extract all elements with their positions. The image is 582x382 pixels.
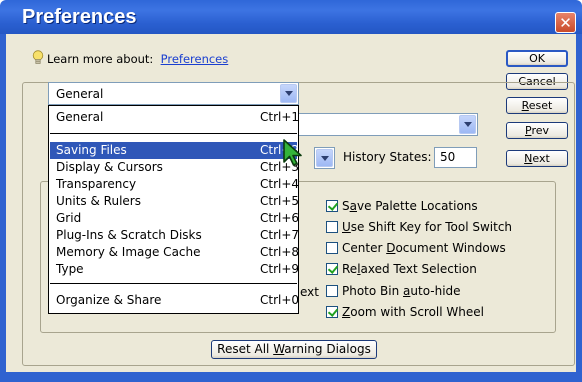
menu-item-memory-image-cache[interactable]: Memory & Image Cache Ctrl+8 — [50, 244, 299, 261]
arrow-cursor-icon — [283, 139, 302, 166]
checkbox[interactable] — [326, 200, 338, 212]
history-states-label: History States: — [343, 150, 432, 164]
chevron-down-icon[interactable] — [316, 149, 333, 167]
menu-item-organize-share[interactable]: Organize & Share Ctrl+0 — [50, 292, 299, 309]
checkbox[interactable] — [326, 263, 338, 275]
menu-separator — [50, 283, 297, 284]
learn-more-prefix: Learn more about: — [47, 52, 154, 66]
title-bar[interactable]: Preferences ✕ — [0, 0, 582, 34]
selected-section: General — [56, 87, 104, 101]
menu-item-grid[interactable]: Grid Ctrl+6 — [50, 210, 299, 227]
menu-item-transparency[interactable]: Transparency Ctrl+4 — [50, 176, 299, 193]
step-back-shortcut-select[interactable] — [314, 147, 335, 169]
window-title: Preferences — [22, 6, 137, 28]
checkbox[interactable] — [326, 306, 338, 318]
preferences-dialog: Preferences ✕ Learn more about: Preferen… — [0, 0, 582, 382]
color-picker-select[interactable] — [290, 113, 478, 136]
close-icon[interactable]: ✕ — [555, 12, 576, 33]
ok-button[interactable]: OK — [506, 50, 568, 67]
option-label: Photo Bin auto-hide — [342, 284, 461, 298]
preferences-section-menu: General Ctrl+1 Saving Files Ctrl+2 Displ… — [48, 105, 299, 314]
menu-item-display-cursors[interactable]: Display & Cursors Ctrl+3 — [50, 159, 299, 176]
menu-separator — [50, 133, 297, 134]
checkbox[interactable] — [326, 221, 338, 233]
chevron-down-icon[interactable] — [459, 115, 476, 134]
menu-item-type[interactable]: Type Ctrl+9 — [50, 261, 299, 278]
checkbox[interactable] — [326, 285, 338, 297]
checkbox[interactable] — [326, 242, 338, 254]
chevron-down-icon[interactable] — [280, 84, 297, 103]
option-label: Save Palette Locations — [342, 199, 478, 213]
menu-item-saving-files[interactable]: Saving Files Ctrl+2 — [50, 142, 299, 159]
reset-warning-dialogs-button[interactable]: Reset All Warning Dialogs — [211, 340, 377, 359]
option-label: Relaxed Text Selection — [342, 262, 477, 276]
window-frame-right — [576, 34, 582, 374]
preferences-help-link[interactable]: Preferences — [161, 52, 229, 66]
menu-item-units-rulers[interactable]: Units & Rulers Ctrl+5 — [50, 193, 299, 210]
option-label: Center Document Windows — [342, 241, 506, 255]
learn-more-text: Learn more about: Preferences — [47, 52, 228, 66]
preferences-section-select[interactable]: General — [48, 82, 299, 105]
obscured-option-label: ext — [300, 285, 319, 299]
window-frame-bottom — [0, 372, 582, 382]
menu-item-plugins-scratch-disks[interactable]: Plug-Ins & Scratch Disks Ctrl+7 — [50, 227, 299, 244]
menu-item-general[interactable]: General Ctrl+1 — [50, 109, 299, 126]
lightbulb-icon — [32, 50, 44, 64]
option-label: Zoom with Scroll Wheel — [342, 305, 484, 319]
history-states-input[interactable]: 50 — [434, 147, 477, 168]
option-label: Use Shift Key for Tool Switch — [342, 220, 513, 234]
